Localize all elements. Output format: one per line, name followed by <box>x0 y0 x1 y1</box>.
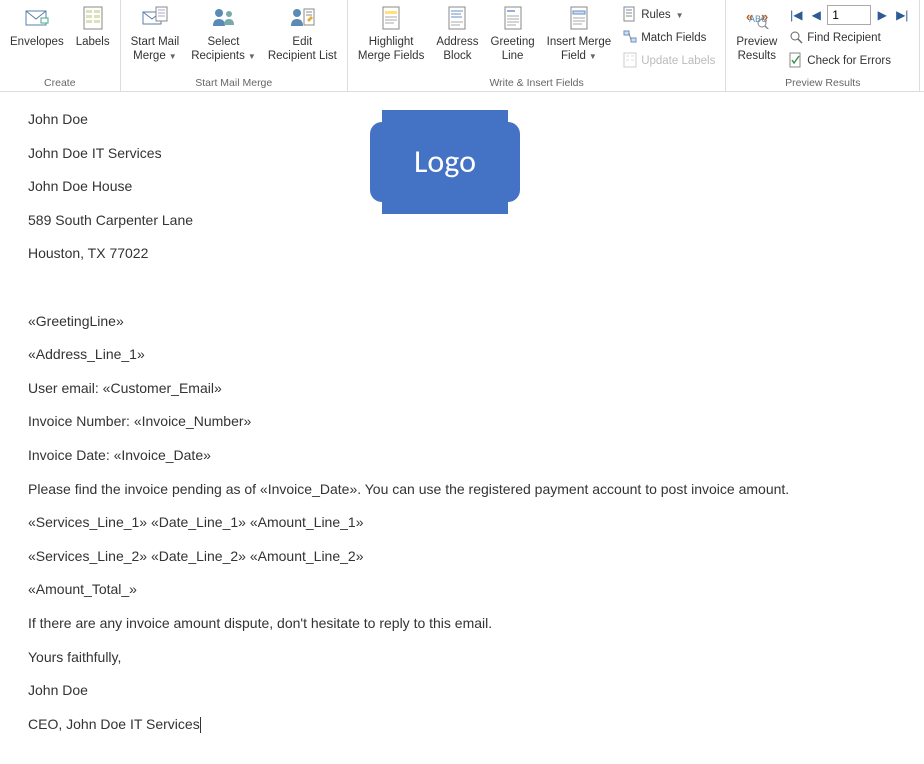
envelope-icon <box>25 8 49 31</box>
next-record-button[interactable]: ▶ <box>873 6 891 24</box>
dropdown-caret-icon: ▼ <box>169 52 177 62</box>
address-block-label2: Block <box>443 50 471 62</box>
record-number-input[interactable] <box>827 5 871 25</box>
preview-results-label2: Results <box>738 50 776 62</box>
invoice-number-line: Invoice Number: «Invoice_Number» <box>28 412 896 432</box>
select-recipients-button[interactable]: SelectRecipients▼ <box>185 2 262 66</box>
update-labels-label: Update Labels <box>641 55 715 67</box>
edit-recipient-label1: Edit <box>292 36 312 48</box>
user-email-line: User email: «Customer_Email» <box>28 379 896 399</box>
signature-name: John Doe <box>28 681 896 701</box>
next-record-icon: ▶ <box>878 8 887 22</box>
first-record-button[interactable]: |◀ <box>787 6 805 24</box>
update-labels-icon <box>623 52 637 71</box>
body-paragraph-1: Please find the invoice pending as of «I… <box>28 480 896 500</box>
check-errors-icon <box>789 52 803 71</box>
check-errors-label: Check for Errors <box>807 55 891 67</box>
start-mail-merge-button[interactable]: Start MailMerge▼ <box>125 2 186 66</box>
address-block-label1: Address <box>436 36 478 48</box>
preview-results-label1: Preview <box>736 36 777 48</box>
greeting-label1: Greeting <box>491 36 535 48</box>
sender-city: Houston, TX 77022 <box>28 244 896 264</box>
ribbon-group-create: Envelopes Labels Create <box>0 0 121 91</box>
labels-label: Labels <box>76 35 110 49</box>
address-block-button[interactable]: Address Block <box>430 2 484 66</box>
insert-merge-field-button[interactable]: Insert MergeField▼ <box>541 2 618 66</box>
greeting-label2: Line <box>502 50 524 62</box>
highlight-label2: Merge Fields <box>358 50 424 62</box>
address-line-field: «Address_Line_1» <box>28 345 896 365</box>
prev-record-button[interactable]: ◀ <box>807 6 825 24</box>
find-recipient-button[interactable]: Find Recipient <box>787 27 911 49</box>
edit-recipient-label2: Recipient List <box>268 50 337 62</box>
highlight-label1: Highlight <box>369 36 414 48</box>
signature-title: CEO, John Doe IT Services <box>28 716 200 732</box>
insert-merge-label1: Insert Merge <box>547 36 612 48</box>
insert-merge-label2: Field <box>561 49 586 63</box>
envelopes-button[interactable]: Envelopes <box>4 2 70 51</box>
start-mail-merge-label1: Start Mail <box>131 36 180 48</box>
group-label-start-mail-merge: Start Mail Merge <box>125 76 343 91</box>
document-body[interactable]: Logo John Doe John Doe IT Services John … <box>0 92 924 764</box>
ribbon-mailings: Envelopes Labels Create Start MailMerge▼ <box>0 0 924 92</box>
closing-line: Yours faithfully, <box>28 648 896 668</box>
ribbon-group-finish: Finish &Merge▼ Finish <box>920 0 924 91</box>
rules-button[interactable]: Rules ▼ <box>621 4 717 26</box>
preview-results-button[interactable]: «»ABC Preview Results <box>730 2 783 66</box>
body-paragraph-2: If there are any invoice amount dispute,… <box>28 614 896 634</box>
service-line-1: «Services_Line_1» «Date_Line_1» «Amount_… <box>28 513 896 533</box>
start-mail-merge-label2: Merge <box>133 49 166 63</box>
ribbon-group-start-mail-merge: Start MailMerge▼ SelectRecipients▼ EditR… <box>121 0 348 91</box>
ribbon-group-preview: «»ABC Preview Results |◀ ◀ ▶ ▶| Find Reci… <box>726 0 920 91</box>
highlight-icon <box>380 6 402 33</box>
check-errors-button[interactable]: Check for Errors <box>787 50 911 72</box>
last-record-icon: ▶| <box>896 8 908 22</box>
insert-merge-icon <box>569 6 589 33</box>
group-label-create: Create <box>4 76 116 91</box>
find-recipient-label: Find Recipient <box>807 32 881 44</box>
prev-record-icon: ◀ <box>812 8 821 22</box>
select-recipients-label1: Select <box>208 36 240 48</box>
last-record-button[interactable]: ▶| <box>893 6 911 24</box>
greeting-line-field: «GreetingLine» <box>28 312 896 332</box>
rules-label: Rules <box>641 9 670 21</box>
invoice-date-line: Invoice Date: «Invoice_Date» <box>28 446 896 466</box>
group-label-write-insert: Write & Insert Fields <box>352 76 722 91</box>
ribbon-group-write-insert: Highlight Merge Fields Address Block Greet… <box>348 0 727 91</box>
highlight-merge-fields-button[interactable]: Highlight Merge Fields <box>352 2 430 66</box>
rules-icon <box>623 6 637 25</box>
address-block-icon <box>447 6 467 33</box>
group-label-preview: Preview Results <box>730 76 915 91</box>
select-recipients-label2: Recipients <box>191 49 245 63</box>
edit-recipient-list-button[interactable]: Edit Recipient List <box>262 2 343 66</box>
greeting-line-button[interactable]: Greeting Line <box>485 2 541 66</box>
match-fields-label: Match Fields <box>641 32 706 44</box>
match-fields-icon <box>623 29 637 48</box>
service-line-2: «Services_Line_2» «Date_Line_2» «Amount_… <box>28 547 896 567</box>
find-recipient-icon <box>789 30 803 47</box>
update-labels-button: Update Labels <box>621 50 717 72</box>
labels-icon <box>82 6 104 33</box>
dropdown-caret-icon: ▼ <box>676 11 684 20</box>
mail-merge-icon <box>142 6 168 33</box>
preview-results-icon: «»ABC <box>744 7 770 32</box>
recipients-icon <box>211 6 237 33</box>
labels-button[interactable]: Labels <box>70 2 116 51</box>
match-fields-button[interactable]: Match Fields <box>621 27 717 49</box>
first-record-icon: |◀ <box>790 8 802 22</box>
dropdown-caret-icon: ▼ <box>248 52 256 62</box>
greeting-icon <box>503 6 523 33</box>
edit-list-icon <box>289 6 315 33</box>
logo-placeholder: Logo <box>370 110 520 214</box>
amount-total-line: «Amount_Total_» <box>28 580 896 600</box>
dropdown-caret-icon: ▼ <box>589 52 597 62</box>
logo-text: Logo <box>414 142 476 181</box>
envelopes-label: Envelopes <box>10 35 64 49</box>
